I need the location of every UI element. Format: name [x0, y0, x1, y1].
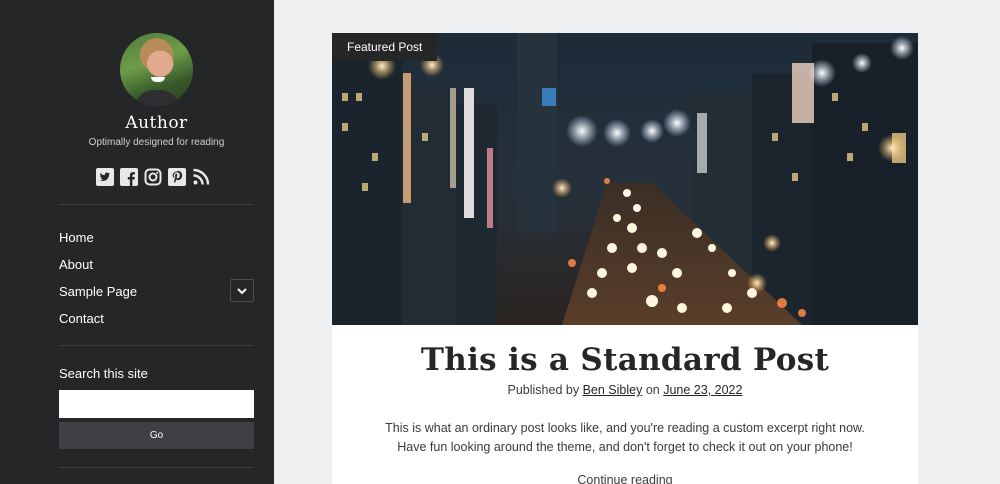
sidebar-divider — [59, 204, 254, 205]
nav-item-sample-page[interactable]: Sample Page — [59, 284, 137, 299]
site-tagline: Optimally designed for reading — [88, 137, 225, 148]
post-card: Featured Post This is a Standard Post Pu… — [332, 33, 918, 484]
instagram-icon[interactable] — [144, 168, 162, 186]
post-title[interactable]: This is a Standard Post — [332, 342, 918, 378]
site-title[interactable]: Author — [0, 113, 313, 133]
facebook-icon[interactable] — [120, 168, 138, 186]
featured-post-badge: Featured Post — [332, 33, 438, 61]
social-links — [96, 168, 210, 186]
search-submit-button[interactable]: Go — [59, 422, 254, 449]
nav-item-about[interactable]: About — [59, 257, 93, 272]
featured-image[interactable] — [332, 33, 918, 325]
avatar[interactable] — [120, 33, 193, 106]
post-excerpt: This is what an ordinary post looks like… — [372, 419, 878, 457]
date-link[interactable]: June 23, 2022 — [663, 383, 742, 397]
excerpt-line: Have fun looking around the theme, and d… — [397, 440, 853, 454]
nav-item-contact[interactable]: Contact — [59, 311, 104, 326]
submenu-toggle-button[interactable] — [230, 279, 254, 302]
post-byline: Published by Ben Sibley on June 23, 2022 — [332, 383, 918, 397]
city-night-image — [332, 33, 918, 325]
avatar-shirt — [134, 90, 180, 106]
sidebar-divider — [59, 467, 254, 468]
author-link[interactable]: Ben Sibley — [583, 383, 643, 397]
byline-on: on — [645, 383, 660, 397]
nav-item-home[interactable]: Home — [59, 230, 94, 245]
sidebar: Author Optimally designed for reading Ho… — [0, 0, 274, 484]
excerpt-line: This is what an ordinary post looks like… — [385, 421, 865, 435]
avatar-smile — [151, 77, 165, 82]
twitter-icon[interactable] — [96, 168, 114, 186]
byline-prefix: Published by — [507, 383, 580, 397]
pinterest-icon[interactable] — [168, 168, 186, 186]
rss-icon[interactable] — [192, 168, 210, 186]
chevron-down-icon — [237, 287, 247, 294]
sidebar-divider — [59, 345, 254, 346]
search-widget-title: Search this site — [59, 366, 148, 381]
search-input[interactable] — [59, 390, 254, 418]
continue-reading-link[interactable]: Continue reading — [332, 473, 918, 484]
